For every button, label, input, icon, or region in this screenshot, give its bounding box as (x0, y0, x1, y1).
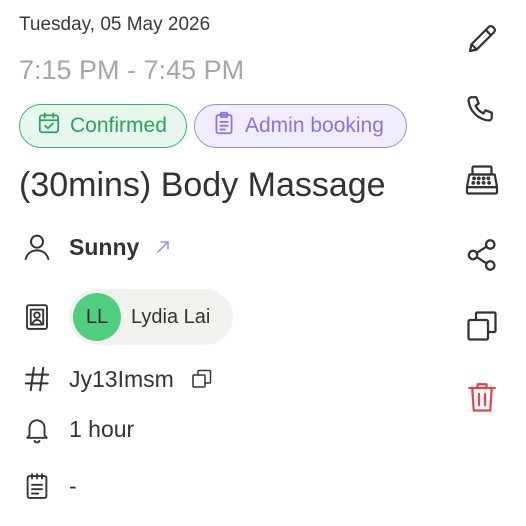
external-link-arrow-icon[interactable] (155, 239, 171, 255)
booking-reference: Jy13Imsm (69, 365, 174, 392)
clipboard-icon (211, 110, 237, 142)
reminder-value: 1 hour (69, 415, 135, 442)
contact-badge-icon (19, 299, 55, 335)
calendar-check-icon (36, 110, 62, 142)
service-title: (30mins) Body Massage (19, 166, 386, 204)
duplicate-icon (464, 308, 500, 349)
hash-icon (19, 361, 55, 397)
customer-name-link[interactable]: Sunny (69, 234, 139, 261)
booking-date: Tuesday, 05 May 2026 (19, 14, 211, 35)
edit-button[interactable] (460, 19, 504, 63)
status-badge: Confirmed (19, 104, 187, 148)
trash-icon (464, 379, 500, 420)
staff-chip[interactable]: LL Lydia Lai (69, 289, 233, 345)
notes-row: - (19, 468, 77, 504)
checkout-button[interactable] (460, 160, 504, 204)
pencil-icon (464, 21, 500, 62)
call-button[interactable] (460, 90, 504, 134)
user-icon (19, 229, 55, 265)
source-label: Admin booking (245, 114, 384, 137)
status-label: Confirmed (70, 114, 167, 137)
source-badge: Admin booking (194, 104, 407, 148)
duplicate-button[interactable] (460, 306, 504, 350)
reminder-row: 1 hour (19, 411, 134, 447)
staff-row: LL Lydia Lai (19, 289, 233, 345)
copy-icon[interactable] (190, 367, 214, 391)
share-button[interactable] (460, 235, 504, 279)
reference-row: Jy13Imsm (19, 361, 214, 397)
share-icon (464, 237, 500, 278)
bell-icon (19, 411, 55, 447)
staff-name: Lydia Lai (131, 305, 211, 328)
notes-icon (19, 468, 55, 504)
delete-button[interactable] (460, 377, 504, 421)
avatar: LL (73, 293, 121, 341)
phone-icon (464, 92, 500, 133)
booking-time-range: 7:15 PM - 7:45 PM (19, 55, 245, 85)
notes-value: - (69, 472, 77, 499)
customer-row: Sunny (19, 229, 171, 265)
cash-register-icon (463, 161, 501, 204)
